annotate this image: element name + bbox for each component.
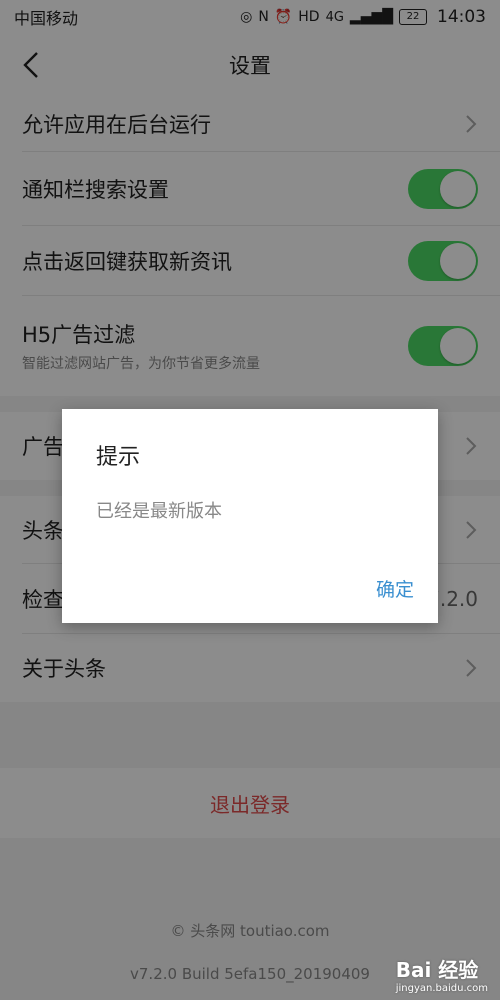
watermark-url: jingyan.baidu.com xyxy=(395,983,488,994)
dialog-ok-button[interactable]: 确定 xyxy=(376,575,414,602)
alert-dialog: 提示 已经是最新版本 确定 xyxy=(62,409,438,623)
dialog-message: 已经是最新版本 xyxy=(96,501,222,522)
watermark-brand: Bai 经验 xyxy=(395,958,479,982)
watermark-logo: Bai 经验 jingyan.baidu.com xyxy=(396,954,488,994)
dialog-title: 提示 xyxy=(96,445,141,470)
